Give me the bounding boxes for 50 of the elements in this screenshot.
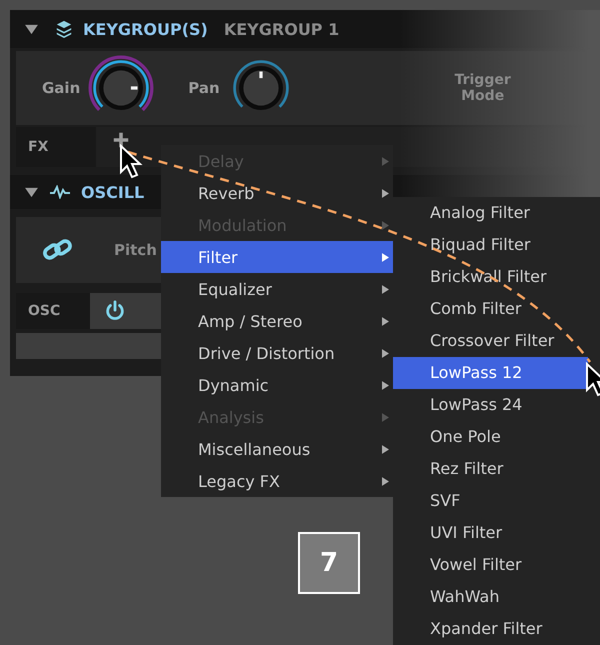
menu-item[interactable]: LowPass 24 xyxy=(393,389,600,421)
menu-item[interactable]: WahWah xyxy=(393,581,600,613)
menu-item[interactable]: UVI Filter xyxy=(393,517,600,549)
layers-icon xyxy=(55,20,73,38)
menu-item[interactable]: Rez Filter xyxy=(393,453,600,485)
waveform-icon xyxy=(49,185,71,199)
submenu-arrow-icon xyxy=(382,348,389,358)
collapse-triangle-icon[interactable] xyxy=(24,186,39,198)
power-icon[interactable] xyxy=(104,300,126,322)
menu-item[interactable]: Drive / Distortion xyxy=(161,337,393,369)
fx-label: FX xyxy=(16,127,96,167)
section-title: KEYGROUP(S) xyxy=(83,20,208,38)
knob-label: Pan xyxy=(188,79,220,97)
submenu-arrow-icon xyxy=(382,188,389,198)
menu-item[interactable]: Crossover Filter xyxy=(393,325,600,357)
keygroup-name: KEYGROUP 1 xyxy=(224,20,340,38)
menu-item[interactable]: One Pole xyxy=(393,421,600,453)
menu-item[interactable]: Equalizer xyxy=(161,273,393,305)
knob-label: Gain xyxy=(42,79,80,97)
submenu-arrow-icon xyxy=(382,316,389,326)
menu-item[interactable]: Analog Filter xyxy=(393,197,600,229)
pitch-label: Pitch xyxy=(114,241,157,259)
menu-item[interactable]: Brickwall Filter xyxy=(393,261,600,293)
menu-item[interactable]: Miscellaneous xyxy=(161,433,393,465)
submenu-arrow-icon xyxy=(382,380,389,390)
trigger-mode-label: Trigger Mode xyxy=(454,72,512,104)
menu-item[interactable]: SVF xyxy=(393,485,600,517)
menu-item[interactable]: Xpander Filter xyxy=(393,613,600,645)
menu-item[interactable]: Filter xyxy=(161,241,393,273)
menu-item[interactable]: Comb Filter xyxy=(393,293,600,325)
submenu-arrow-icon xyxy=(382,476,389,486)
submenu-arrow-icon xyxy=(382,284,389,294)
menu-item[interactable]: Amp / Stereo xyxy=(161,305,393,337)
menu-item[interactable]: Biquad Filter xyxy=(393,229,600,261)
menu-item[interactable]: Vowel Filter xyxy=(393,549,600,581)
submenu-arrow-icon xyxy=(382,220,389,230)
menu-item[interactable]: Dynamic xyxy=(161,369,393,401)
section-title: OSCILL xyxy=(81,182,144,202)
menu-item[interactable]: Reverb xyxy=(161,177,393,209)
osc-label: OSC xyxy=(16,293,90,329)
submenu-arrow-icon xyxy=(382,156,389,166)
menu-item[interactable]: LowPass 12 xyxy=(393,357,588,389)
collapse-triangle-icon[interactable] xyxy=(24,24,39,34)
menu-item[interactable]: Legacy FX xyxy=(161,465,393,497)
add-icon[interactable] xyxy=(112,131,130,149)
submenu-arrow-icon xyxy=(382,412,389,422)
submenu-arrow-icon xyxy=(382,252,389,262)
step-badge: 7 xyxy=(298,532,360,594)
submenu-arrow-icon xyxy=(382,444,389,454)
cursor-icon xyxy=(119,144,143,180)
